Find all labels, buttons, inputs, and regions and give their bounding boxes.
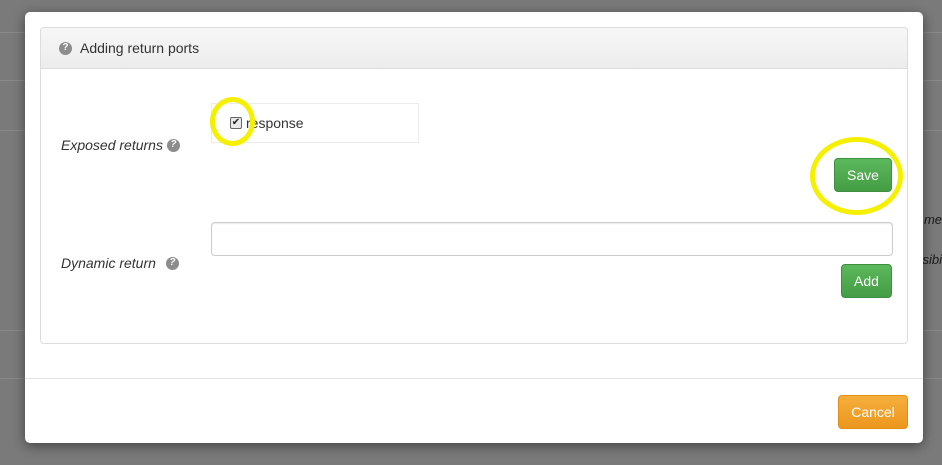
dynamic-return-label: Dynamic return ? bbox=[61, 255, 179, 271]
cancel-button[interactable]: Cancel bbox=[838, 395, 908, 429]
modal-dialog: ? Adding return ports Exposed returns ? … bbox=[25, 12, 923, 443]
save-button[interactable]: Save bbox=[834, 158, 892, 192]
panel-heading: ? Adding return ports bbox=[41, 28, 907, 69]
checkbox-label[interactable]: response bbox=[246, 115, 304, 131]
exposed-returns-label: Exposed returns ? bbox=[61, 137, 180, 153]
add-button[interactable]: Add bbox=[841, 264, 892, 298]
backdrop-text: sibi bbox=[922, 252, 942, 267]
dynamic-return-input[interactable] bbox=[211, 222, 893, 256]
question-circle-icon: ? bbox=[59, 41, 72, 55]
exposed-returns-list: ✔ response bbox=[211, 103, 419, 143]
footer-divider bbox=[25, 378, 923, 379]
question-circle-icon[interactable]: ? bbox=[165, 256, 179, 270]
check-icon: ✔ bbox=[231, 117, 241, 128]
panel-title: Adding return ports bbox=[80, 40, 200, 56]
return-ports-panel: ? Adding return ports Exposed returns ? … bbox=[40, 27, 908, 344]
question-circle-icon[interactable]: ? bbox=[166, 138, 180, 152]
backdrop-text: me bbox=[923, 212, 942, 227]
response-checkbox[interactable]: ✔ bbox=[230, 117, 242, 129]
